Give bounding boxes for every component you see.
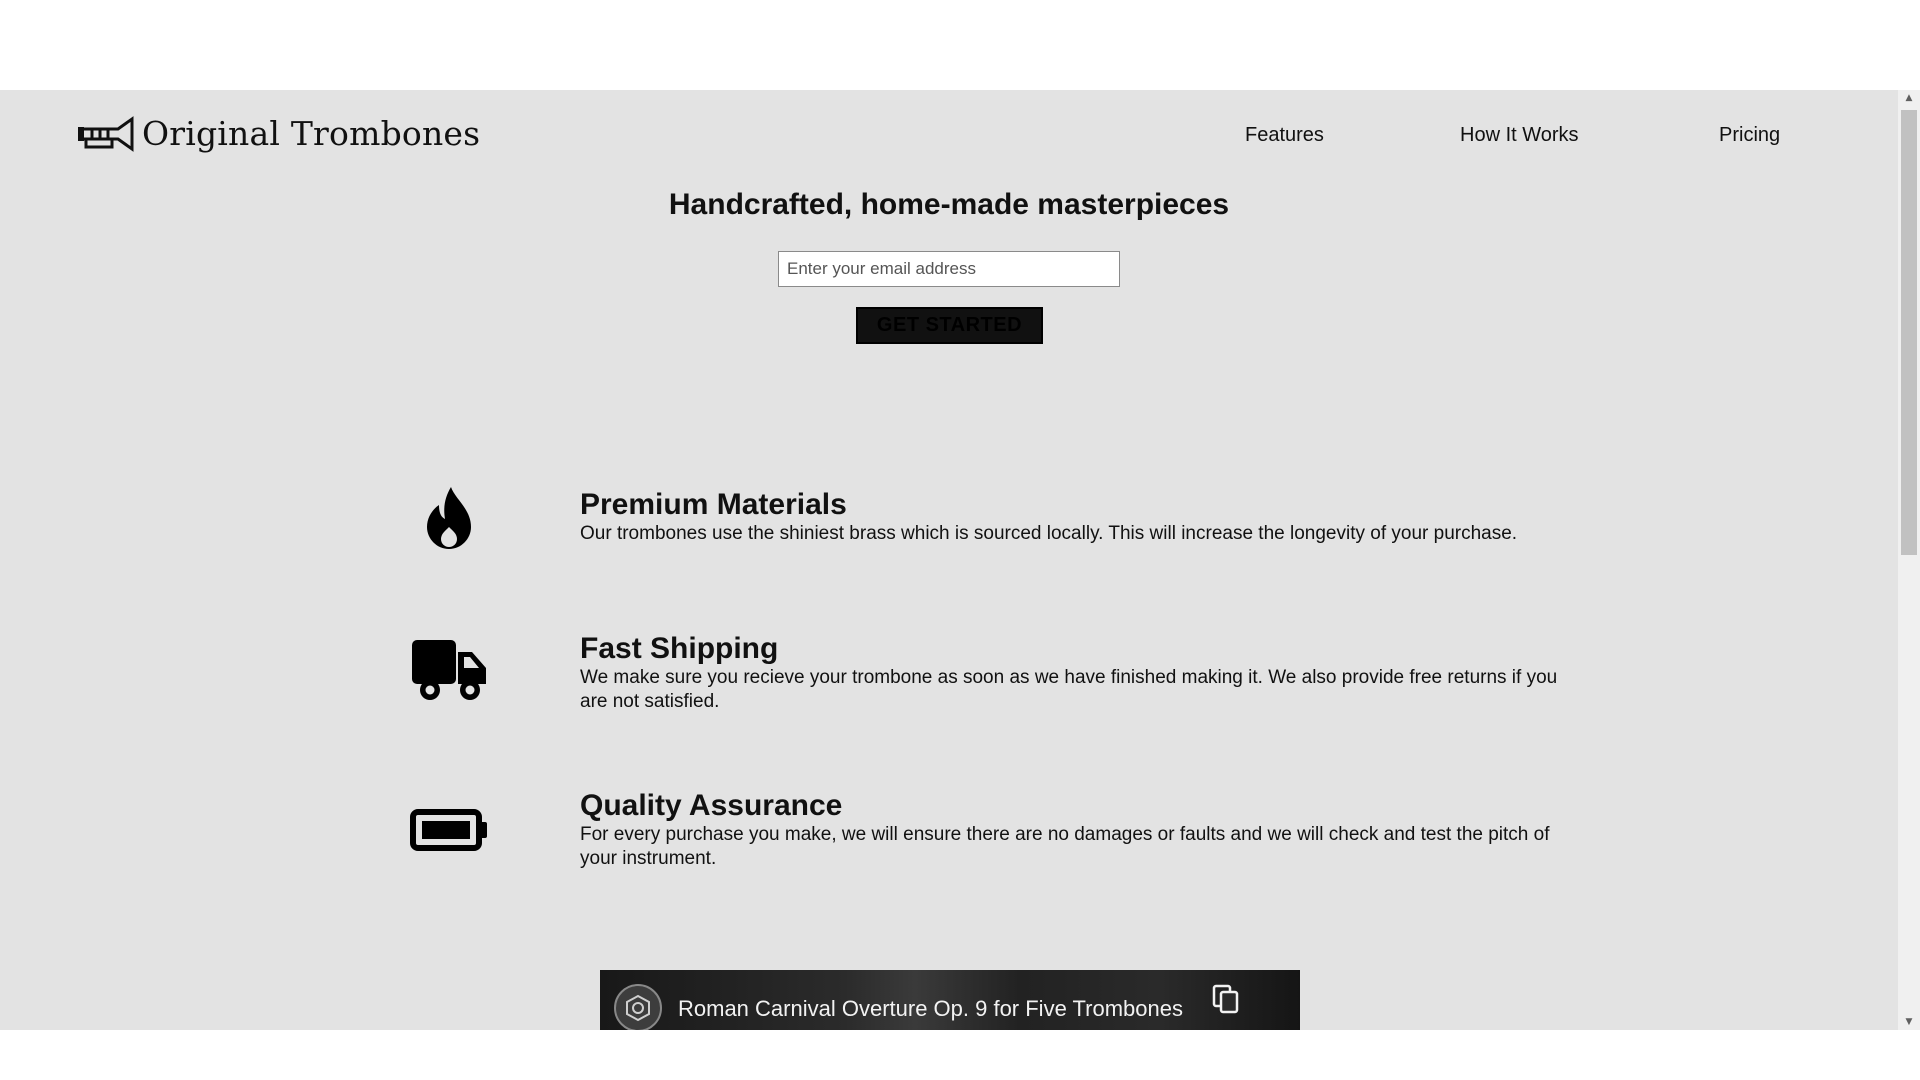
feature-description: Our trombones use the shiniest brass whi…	[580, 523, 1518, 544]
feature-title: Fast Shipping	[580, 632, 779, 665]
scroll-up-arrow-icon[interactable]: ▲	[1898, 90, 1920, 106]
scroll-down-arrow-icon[interactable]: ▼	[1898, 1014, 1920, 1030]
nav-link-features[interactable]: Features	[1245, 124, 1324, 147]
vertical-scrollbar[interactable]: ▲ ▼	[1898, 90, 1920, 1030]
trumpet-icon	[78, 115, 134, 152]
feature-description: For every purchase you make, we will ens…	[580, 824, 1550, 869]
nav-link-pricing[interactable]: Pricing	[1719, 124, 1780, 147]
feature-description: We make sure you recieve your trombone a…	[580, 667, 1558, 712]
nav-bar: Features How It Works Pricing	[1200, 124, 1860, 164]
truck-icon	[410, 634, 488, 706]
video-title[interactable]: Roman Carnival Overture Op. 9 for Five T…	[678, 996, 1183, 1022]
channel-avatar[interactable]	[614, 984, 662, 1030]
copy-link-icon[interactable]	[1212, 984, 1240, 1014]
page-viewport: Original Trombones Features How It Works…	[0, 90, 1898, 1030]
browser-top-area	[0, 0, 1920, 90]
email-input[interactable]	[778, 251, 1120, 287]
scrollbar-thumb[interactable]	[1901, 110, 1917, 555]
video-embed[interactable]: Roman Carnival Overture Op. 9 for Five T…	[600, 970, 1300, 1030]
feature-premium-materials: Premium Materials Our trombones use the …	[580, 488, 1580, 546]
browser-bottom-area	[0, 1030, 1920, 1080]
hero-title: Handcrafted, home-made masterpieces	[668, 188, 1230, 221]
fire-icon	[410, 482, 488, 554]
feature-title: Quality Assurance	[580, 789, 843, 822]
nav-link-how-it-works[interactable]: How It Works	[1460, 124, 1579, 147]
get-started-button[interactable]: GET STARTED	[856, 307, 1043, 344]
channel-emblem-icon	[626, 994, 650, 1022]
feature-quality-assurance: Quality Assurance For every purchase you…	[580, 789, 1580, 871]
battery-icon	[410, 794, 488, 866]
feature-title: Premium Materials	[580, 488, 847, 521]
logo[interactable]: Original Trombones	[78, 114, 480, 153]
feature-fast-shipping: Fast Shipping We make sure you recieve y…	[580, 632, 1580, 714]
logo-text: Original Trombones	[142, 114, 481, 153]
